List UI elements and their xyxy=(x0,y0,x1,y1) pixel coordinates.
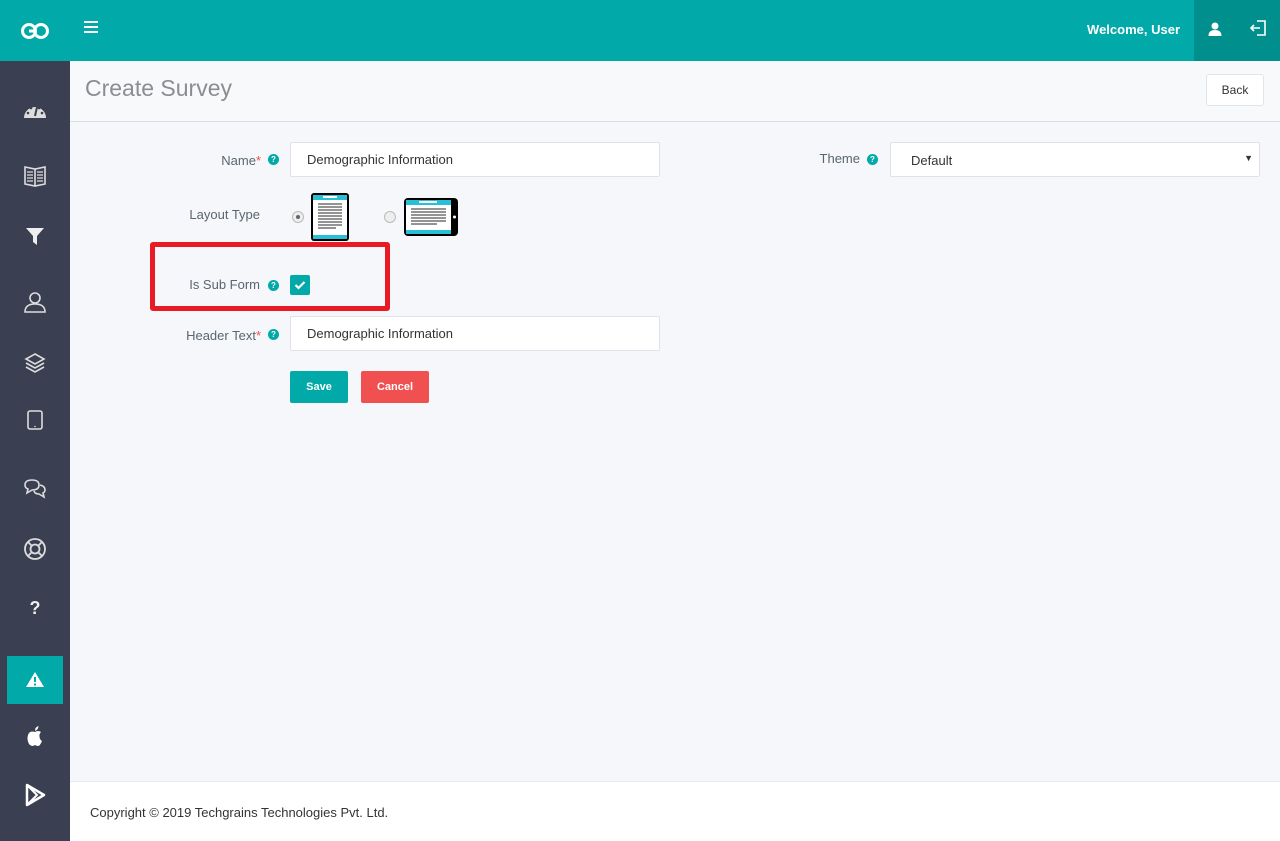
back-button[interactable]: Back xyxy=(1206,74,1264,106)
book-icon xyxy=(24,166,46,187)
topbar-actions xyxy=(1194,0,1280,61)
sidebar-item-filter[interactable] xyxy=(7,212,63,260)
copyright-text: Copyright © 2019 Techgrains Technologies… xyxy=(90,805,389,820)
is-sub-form-checkbox[interactable] xyxy=(290,275,310,295)
required-mark: * xyxy=(255,153,261,168)
top-navbar: Welcome, User xyxy=(0,0,1280,61)
portrait-tablet-icon[interactable] xyxy=(310,192,350,242)
is-sub-form-label: Is Sub Form xyxy=(189,277,260,292)
sidebar-item-book[interactable] xyxy=(7,152,63,200)
logout-icon[interactable] xyxy=(1250,20,1266,36)
layout-portrait-radio[interactable] xyxy=(292,211,304,223)
sidebar-item-apple[interactable] xyxy=(7,712,63,760)
chevron-down-icon: ▼ xyxy=(1244,153,1253,163)
sidebar-item-dashboard[interactable] xyxy=(7,87,63,135)
required-mark: * xyxy=(255,328,261,343)
chat-icon xyxy=(24,479,46,499)
sidebar-item-play-store[interactable] xyxy=(7,771,63,819)
play-store-icon xyxy=(25,783,46,807)
svg-text:?: ? xyxy=(30,598,41,618)
name-label: Name* xyxy=(180,153,261,168)
sidebar: ? xyxy=(0,61,70,841)
menu-toggle-icon[interactable] xyxy=(84,21,98,33)
theme-select-value: Default xyxy=(911,153,953,168)
sidebar-item-chat[interactable] xyxy=(7,464,63,512)
header-text-label-text: Header Text xyxy=(186,328,256,343)
apple-icon xyxy=(27,726,42,746)
sidebar-item-layers[interactable] xyxy=(7,339,63,387)
filter-icon xyxy=(26,228,44,245)
page-header: Create Survey Back xyxy=(70,61,1280,122)
layers-icon xyxy=(24,353,46,373)
layout-type-label: Layout Type xyxy=(189,207,260,222)
lifebuoy-icon xyxy=(24,538,46,560)
user-icon xyxy=(24,292,46,313)
layout-landscape-radio[interactable] xyxy=(384,211,396,223)
help-icon[interactable]: ? xyxy=(268,329,279,340)
sidebar-item-users[interactable] xyxy=(7,278,63,326)
footer: Copyright © 2019 Techgrains Technologies… xyxy=(70,781,1280,841)
theme-select[interactable]: Default ▼ xyxy=(890,142,1260,177)
sidebar-item-tablet[interactable] xyxy=(7,396,63,444)
theme-label: Theme xyxy=(819,151,860,166)
checkmark-icon xyxy=(294,281,306,290)
header-text-input[interactable] xyxy=(290,316,660,351)
go-logo-icon[interactable] xyxy=(20,20,50,42)
help-icon[interactable]: ? xyxy=(867,154,878,165)
cancel-button[interactable]: Cancel xyxy=(361,371,429,403)
sidebar-item-support[interactable] xyxy=(7,525,63,573)
user-profile-icon[interactable] xyxy=(1208,22,1222,36)
help-icon[interactable]: ? xyxy=(268,280,279,291)
landscape-tablet-icon[interactable] xyxy=(403,197,459,237)
sidebar-item-alerts[interactable] xyxy=(7,656,63,704)
welcome-text: Welcome, User xyxy=(1087,22,1180,37)
warning-icon xyxy=(26,672,44,687)
page-title: Create Survey xyxy=(85,75,233,101)
question-icon: ? xyxy=(30,598,41,618)
header-text-label: Header Text* xyxy=(160,328,261,343)
help-icon[interactable]: ? xyxy=(268,154,279,165)
sidebar-item-help[interactable]: ? xyxy=(7,583,63,631)
dashboard-icon xyxy=(24,106,46,118)
name-input[interactable] xyxy=(290,142,660,177)
save-button[interactable]: Save xyxy=(290,371,348,403)
name-label-text: Name xyxy=(221,153,256,168)
tablet-icon xyxy=(27,410,43,430)
